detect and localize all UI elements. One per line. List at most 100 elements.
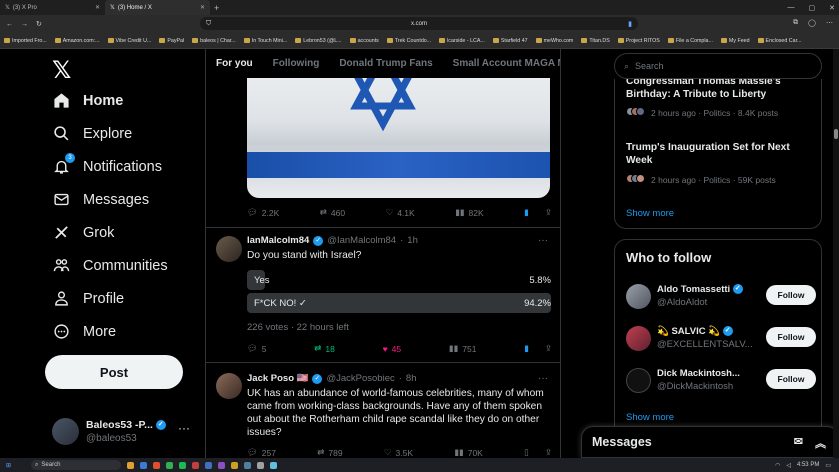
tweet-more-icon[interactable]: ··· (538, 235, 548, 246)
nav-notifications[interactable]: 3 Notifications (52, 153, 162, 176)
url-field[interactable]: ⛉ x.com ▮ (200, 17, 638, 30)
bookmark-item[interactable]: Titan.DS (581, 38, 610, 44)
bookmark-item[interactable]: Project RITOS (617, 38, 660, 44)
bookmark-button[interactable]: ▮ ⇪ (524, 343, 552, 354)
bookmark-item[interactable]: File a Compla... (667, 38, 713, 44)
reload-icon[interactable]: ↻ (36, 20, 42, 28)
menu-icon[interactable]: ⋯ (826, 19, 833, 27)
app-icon[interactable] (140, 461, 148, 469)
windows-start-icon[interactable]: ⊞ (6, 462, 11, 469)
account-more-icon[interactable]: ··· (178, 421, 190, 435)
reply-button[interactable]: 💬︎ 5 (247, 343, 267, 354)
tweet-time[interactable]: 8h (406, 373, 417, 384)
app-icon[interactable] (257, 461, 265, 469)
like-button[interactable]: ♡ 4.1K (386, 207, 415, 218)
bookmark-item[interactable]: Imported Fro... (4, 38, 47, 44)
share-icon[interactable]: ⇪ (545, 447, 552, 458)
messages-drawer[interactable]: Messages ✉ ︽ (581, 426, 839, 458)
bookmark-item[interactable]: Enclosed Car... (757, 38, 801, 44)
minimize-icon[interactable]: — (788, 4, 795, 11)
reply-button[interactable]: 💬︎ 257 (247, 447, 276, 458)
like-button[interactable]: ♡ 3.5K (384, 447, 413, 458)
app-icon[interactable] (244, 461, 252, 469)
bookmark-item[interactable]: Amazon.com:... (54, 38, 100, 44)
show-more-link[interactable]: Show more (626, 412, 674, 423)
bookmark-item[interactable]: In Touch Mini... (243, 38, 287, 44)
app-icon[interactable] (192, 461, 200, 469)
follow-suggestion[interactable]: Aldo Tomassetti ✓ @AldoAldot Follow (626, 282, 816, 310)
site-info-icon[interactable]: ⛉ (206, 20, 211, 28)
close-tab-icon[interactable]: ✕ (200, 4, 205, 11)
author-name[interactable]: IanMalcolm84 (247, 235, 309, 246)
wifi-icon[interactable]: ◠ (775, 462, 780, 469)
follow-suggestion[interactable]: Dick Mackintosh... @DickMackintosh Follo… (626, 366, 816, 394)
trend-title[interactable]: Congressman Thomas Massie's Birthday: A … (626, 79, 816, 101)
maximize-icon[interactable]: ▢ (809, 4, 816, 12)
app-icon[interactable] (218, 461, 226, 469)
volume-icon[interactable]: ◁ (786, 462, 791, 469)
like-button[interactable]: ♥ 45 (383, 344, 402, 354)
views-button[interactable]: ▮▮ 751 (449, 343, 477, 354)
page-scrollbar[interactable] (833, 49, 839, 458)
app-icon[interactable] (127, 461, 135, 469)
x-logo-icon[interactable]: 𝕏 (52, 56, 71, 84)
app-icon[interactable] (270, 461, 278, 469)
bookmark-item[interactable]: Vibe Credit U... (107, 38, 151, 44)
repost-button[interactable]: ⇄ 18 (314, 343, 335, 354)
share-icon[interactable]: ⇪ (545, 207, 552, 218)
follow-suggestion[interactable]: 💫 SALVIC 💫 ✓ @EXCELLENTSALV... Follow (626, 324, 816, 352)
notifications-tray-icon[interactable]: ▭ (825, 462, 831, 469)
nav-communities[interactable]: Communities (52, 256, 168, 275)
tab-small-account-maga[interactable]: Small Account MAGA M (443, 49, 560, 78)
browser-tab-1[interactable]: 𝕏 (3) X Pro ✕ (0, 0, 105, 15)
new-message-icon[interactable]: ✉ (794, 435, 803, 451)
follow-button[interactable]: Follow (766, 285, 816, 305)
reply-button[interactable]: 💬︎ 2.2K (247, 207, 279, 218)
avatar[interactable] (216, 373, 242, 399)
nav-messages[interactable]: Messages (52, 190, 149, 209)
author-handle[interactable]: @JackPosobiec (326, 373, 394, 384)
account-switcher[interactable]: Baleos53 -P... ✓ @baleos53 ··· (52, 416, 202, 448)
bookmark-item[interactable]: lcarside - LCA... (439, 38, 485, 44)
app-icon[interactable] (153, 461, 161, 469)
app-icon[interactable] (205, 461, 213, 469)
views-button[interactable]: ▮▮ 70K (454, 447, 482, 458)
follow-button[interactable]: Follow (766, 369, 816, 389)
new-tab-icon[interactable]: + (214, 3, 219, 13)
tab-following[interactable]: Following (263, 49, 330, 78)
bookmark-item[interactable]: PayPal (159, 38, 184, 44)
share-icon[interactable]: ⇪ (545, 343, 552, 354)
nav-home[interactable]: Home (52, 91, 123, 110)
bookmark-item[interactable]: My Feed (720, 38, 750, 44)
nav-explore[interactable]: Explore (52, 124, 132, 143)
search-field[interactable]: ⌕ Search (614, 53, 822, 79)
browser-tab-2[interactable]: 𝕏 (3) Home / X ✕ (105, 0, 210, 15)
trend-title[interactable]: Trump's Inauguration Set for Next Week (626, 141, 816, 167)
bookmark-button[interactable]: ▯ ⇪ (524, 447, 552, 458)
author-handle[interactable]: @IanMalcolm84 (327, 235, 396, 246)
bookmark-item[interactable]: Starfield 47 (492, 38, 528, 44)
forward-icon[interactable]: → (21, 21, 28, 28)
app-icon[interactable] (231, 461, 239, 469)
taskbar-search[interactable]: ⌕ Search (31, 460, 122, 470)
tweet-more-icon[interactable]: ··· (538, 373, 548, 384)
bookmark-item[interactable]: Trek Countdo... (386, 38, 431, 44)
app-icon[interactable] (179, 461, 187, 469)
avatar[interactable] (216, 236, 242, 262)
repost-button[interactable]: ⇄ 460 (320, 207, 345, 218)
bookmark-item[interactable]: accounts (349, 38, 379, 44)
close-window-icon[interactable]: ✕ (829, 4, 835, 12)
show-more-link[interactable]: Show more (626, 208, 674, 219)
bookmark-button[interactable]: ▮ ⇪ (524, 207, 552, 218)
close-tab-icon[interactable]: ✕ (95, 4, 100, 11)
scrollbar-thumb[interactable] (834, 129, 838, 139)
tab-for-you[interactable]: For you (206, 49, 263, 78)
tweet-time[interactable]: 1h (407, 235, 418, 246)
post-button[interactable]: Post (45, 355, 183, 389)
profile-icon[interactable]: ◯ (808, 19, 816, 27)
back-icon[interactable]: ← (6, 21, 13, 28)
follow-button[interactable]: Follow (766, 327, 816, 347)
bookmark-item[interactable]: baleos | Char... (192, 38, 236, 44)
author-name[interactable]: Jack Poso 🇺🇸 (247, 373, 308, 384)
nav-profile[interactable]: Profile (52, 289, 124, 308)
